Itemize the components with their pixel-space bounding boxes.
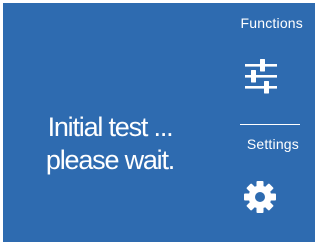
menu-divider bbox=[240, 124, 300, 125]
device-screen: Initial test ... please wait. Functions … bbox=[3, 3, 315, 242]
gear-icon bbox=[244, 181, 276, 213]
settings-label: Settings bbox=[246, 136, 299, 152]
functions-label: Functions bbox=[240, 15, 303, 31]
status-message-line1: Initial test ... bbox=[47, 112, 174, 142]
status-message: Initial test ... please wait. bbox=[25, 111, 195, 177]
status-message-line2: please wait. bbox=[45, 145, 175, 175]
sliders-icon bbox=[245, 59, 277, 94]
